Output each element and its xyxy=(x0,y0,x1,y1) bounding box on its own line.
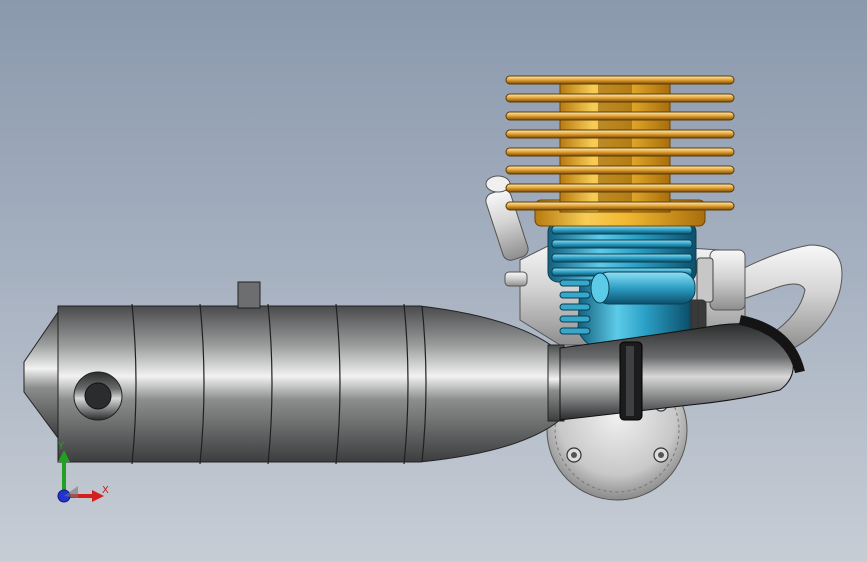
engine-model[interactable] xyxy=(0,0,867,562)
tuned-pipe-muffler xyxy=(23,281,565,465)
cylinder-head xyxy=(505,75,735,227)
axis-y-label: Y xyxy=(58,441,65,452)
cad-viewport[interactable]: Y X xyxy=(0,0,867,562)
axis-x-label: X xyxy=(102,485,109,496)
axis-triad: Y X xyxy=(48,440,118,510)
